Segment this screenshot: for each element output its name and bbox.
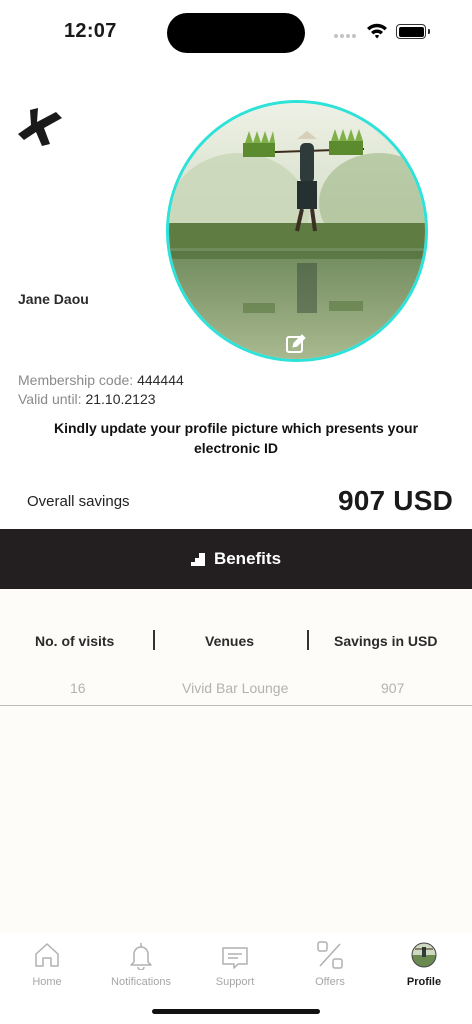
status-bar: 12:07 xyxy=(0,0,472,62)
home-icon xyxy=(35,943,59,967)
tab-offers[interactable]: Offers xyxy=(283,940,377,992)
status-time: 12:07 xyxy=(64,20,117,42)
edit-icon[interactable] xyxy=(285,333,307,355)
valid-until: Valid until: 21.10.2123 xyxy=(18,391,156,407)
tab-home[interactable]: Home xyxy=(0,940,94,992)
benefits-button[interactable]: Benefits xyxy=(0,529,472,589)
tab-label-home: Home xyxy=(32,976,62,988)
bell-icon xyxy=(130,943,152,970)
overall-savings-value: 907 USD xyxy=(337,485,453,516)
battery-icon xyxy=(396,24,426,39)
cell-venue: Vivid Bar Lounge xyxy=(182,680,289,696)
membership-code-label: Membership code: xyxy=(18,372,134,388)
column-divider xyxy=(307,630,309,650)
column-header-venues: Venues xyxy=(205,633,255,649)
tab-label-support: Support xyxy=(215,976,255,988)
tab-label-profile: Profile xyxy=(406,976,442,988)
dynamic-island xyxy=(167,13,305,53)
tab-notifications[interactable]: Notifications xyxy=(94,940,188,992)
avatar-icon xyxy=(411,942,437,968)
cell-savings: 907 xyxy=(381,680,405,696)
membership-code-value: 444444 xyxy=(137,372,184,388)
column-header-savings: Savings in USD xyxy=(334,633,438,649)
tab-support[interactable]: Support xyxy=(188,940,282,992)
cell-visits: 16 xyxy=(70,680,86,696)
column-header-visits: No. of visits xyxy=(35,633,115,649)
tab-label-notifications: Notifications xyxy=(111,976,171,988)
user-name: Jane Daou xyxy=(18,291,89,307)
column-divider xyxy=(153,630,155,650)
valid-until-label: Valid until: xyxy=(18,391,82,407)
home-indicator xyxy=(152,1009,320,1014)
tab-profile[interactable]: Profile xyxy=(377,940,471,992)
update-picture-notice: Kindly update your profile picture which… xyxy=(53,420,419,456)
cellular-signal-icon xyxy=(334,34,356,38)
brand-logo-icon xyxy=(18,108,62,146)
wifi-icon xyxy=(367,23,387,39)
stairs-icon xyxy=(190,552,205,566)
profile-picture[interactable] xyxy=(166,100,428,362)
overall-savings-label: Overall savings xyxy=(27,493,130,510)
chat-icon xyxy=(222,947,248,969)
membership-code: Membership code: 444444 xyxy=(18,372,184,388)
tab-label-offers: Offers xyxy=(315,976,345,988)
valid-until-value: 21.10.2123 xyxy=(85,391,156,407)
table-row[interactable]: 16 Vivid Bar Lounge 907 xyxy=(0,678,472,706)
battery-tip xyxy=(428,29,430,34)
percent-icon xyxy=(317,941,343,969)
benefits-label: Benefits xyxy=(213,549,282,568)
table-header: No. of visits Venues Savings in USD xyxy=(0,631,472,653)
